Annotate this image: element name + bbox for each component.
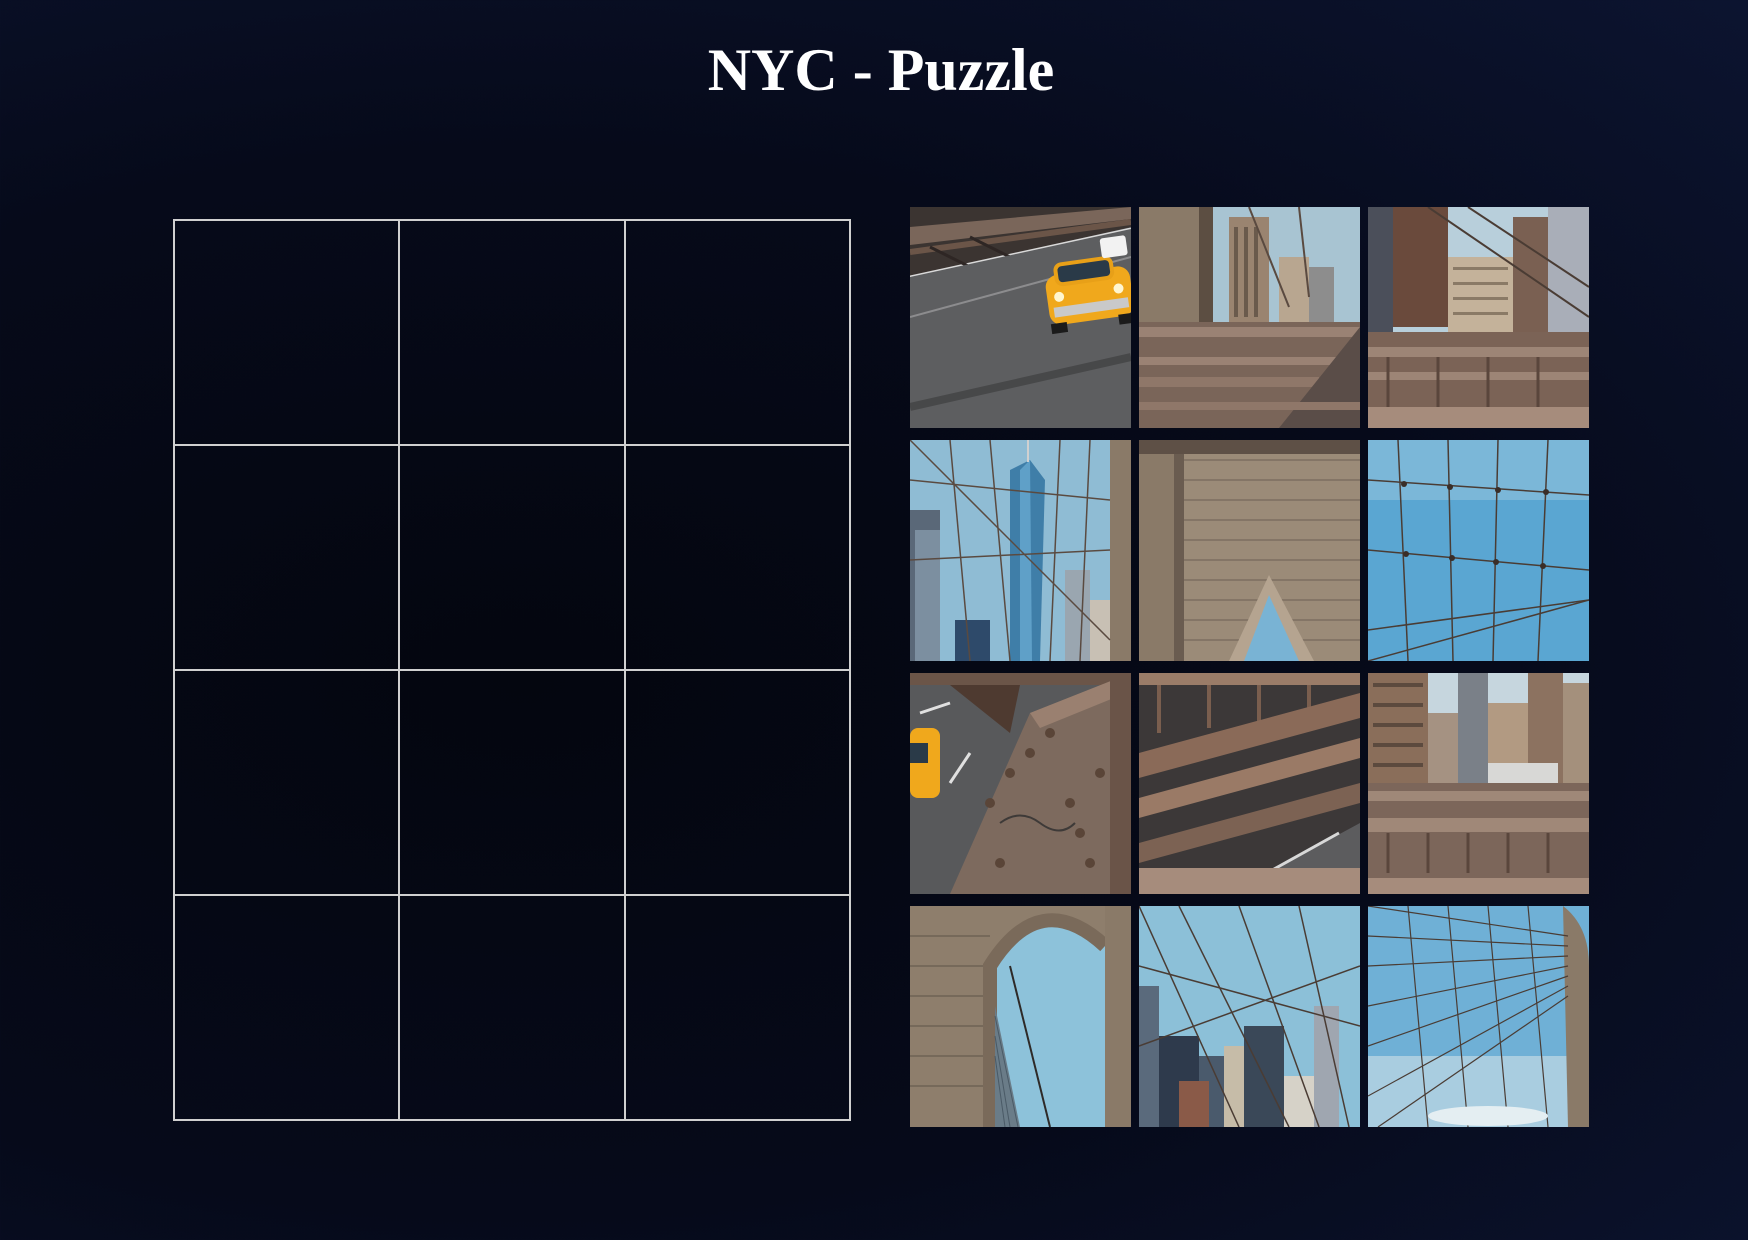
board-slot[interactable]: [399, 670, 625, 895]
board-slot[interactable]: [399, 220, 625, 445]
puzzle-piece-bridge-railing-road[interactable]: [1139, 673, 1360, 894]
puzzle-piece-stone-arch-with-sky[interactable]: [910, 906, 1131, 1127]
board-slot[interactable]: [624, 670, 850, 895]
puzzle-piece-one-world-trade-through-cables[interactable]: [910, 440, 1131, 661]
board-slot[interactable]: [399, 895, 625, 1120]
board-slot[interactable]: [174, 895, 400, 1120]
puzzle-piece-sky-with-cable-net[interactable]: [1368, 440, 1589, 661]
board-slot[interactable]: [174, 220, 400, 445]
puzzle-piece-city-buildings-over-deck[interactable]: [1368, 673, 1589, 894]
board-slot[interactable]: [624, 895, 850, 1120]
board-slot[interactable]: [624, 220, 850, 445]
puzzle-piece-riveted-steel-beam-with-taxi[interactable]: [910, 673, 1131, 894]
puzzle-piece-skyline-over-bridge-rail[interactable]: [1368, 207, 1589, 428]
piece-tray: [910, 207, 1589, 1128]
puzzle-piece-skyscrapers-through-cables[interactable]: [1139, 906, 1360, 1127]
puzzle-board: [173, 219, 851, 1121]
puzzle-piece-taxi-on-bridge-road[interactable]: [910, 207, 1131, 428]
board-slot[interactable]: [174, 670, 400, 895]
board-slot[interactable]: [174, 445, 400, 670]
puzzle-piece-bridge-deck-with-buildings[interactable]: [1139, 207, 1360, 428]
page-title: NYC - Puzzle: [707, 37, 1055, 103]
board-slot[interactable]: [399, 445, 625, 670]
puzzle-piece-stone-tower-arch-top[interactable]: [1139, 440, 1360, 661]
puzzle-piece-cables-converging-on-tower[interactable]: [1368, 906, 1589, 1127]
board-slot[interactable]: [624, 445, 850, 670]
